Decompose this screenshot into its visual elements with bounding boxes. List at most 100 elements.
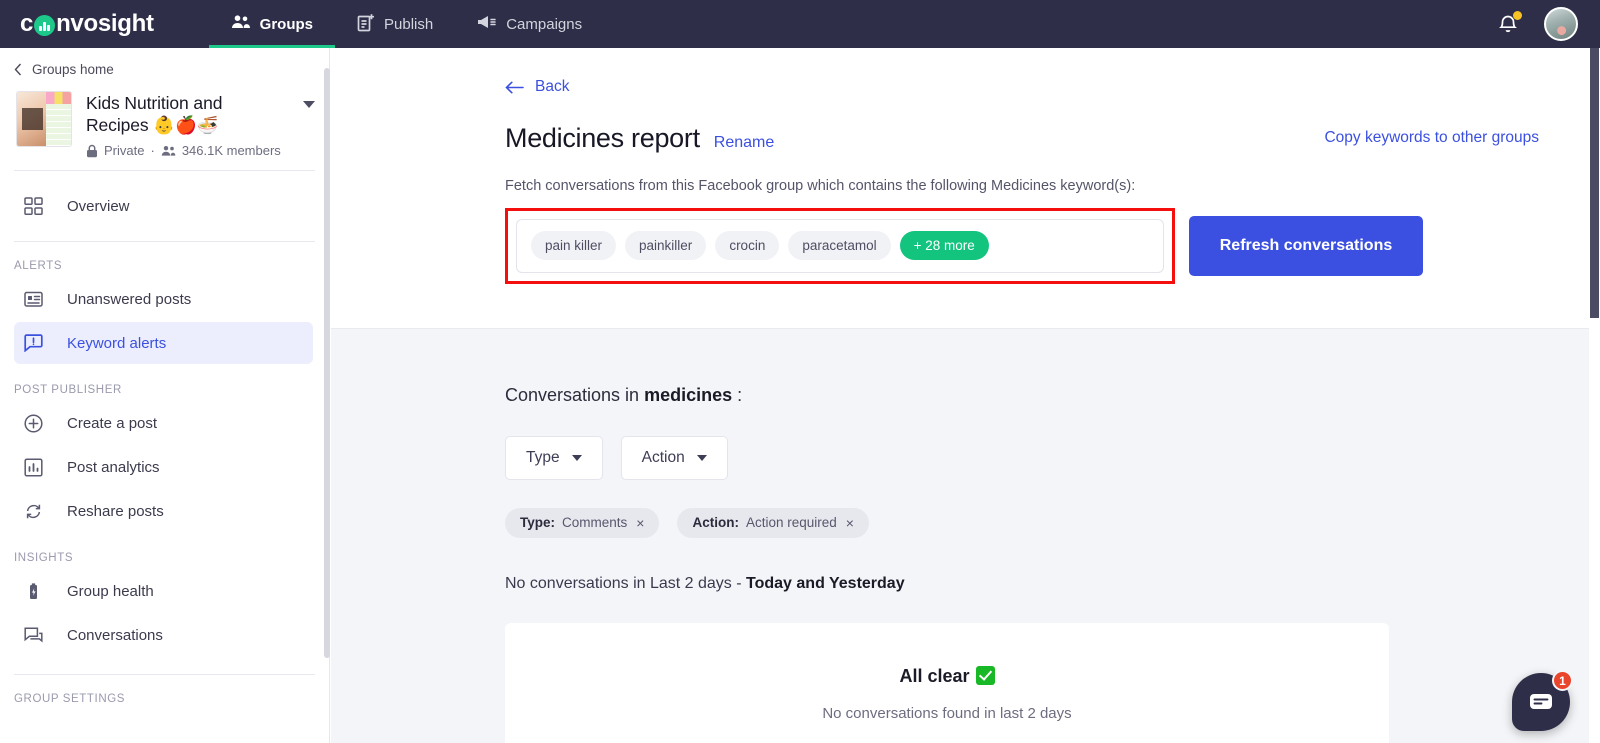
group-name: Kids Nutrition and Recipes 👶🍎🍜 — [86, 93, 223, 136]
groups-home-back-link[interactable]: Groups home — [0, 48, 329, 87]
conversations-heading-prefix: Conversations in — [505, 384, 645, 405]
filter-type-label: Type — [526, 448, 560, 466]
plus-circle-icon — [24, 414, 43, 433]
filter-buttons: Type Action — [505, 435, 1539, 480]
chat-support-button[interactable]: 1 — [1512, 670, 1573, 731]
active-filter-chip-action-key: Action: — [692, 515, 739, 530]
page-title: Medicines report — [505, 122, 700, 153]
nav-items: Groups Publish Campaigns — [208, 0, 604, 48]
sidebar-item-group-health-label: Group health — [67, 582, 154, 600]
chat-unread-badge: 1 — [1552, 670, 1573, 691]
active-filter-chip-type[interactable]: Type: Comments × — [505, 507, 660, 538]
refresh-icon — [26, 504, 41, 519]
sidebar-scrollbar-thumb[interactable] — [324, 68, 330, 658]
copy-keywords-link[interactable]: Copy keywords to other groups — [1324, 129, 1539, 147]
sidebar-item-conversations[interactable]: Conversations — [14, 614, 313, 656]
sidebar-divider-1 — [14, 170, 315, 172]
fetch-description: Fetch conversations from this Facebook g… — [505, 177, 1136, 194]
notification-dot — [1513, 11, 1522, 20]
avatar[interactable] — [1544, 7, 1578, 41]
keyword-chip[interactable]: pain killer — [531, 231, 617, 260]
filter-action-label: Action — [641, 448, 685, 466]
members-icon — [161, 145, 176, 156]
check-mark-icon — [975, 665, 995, 685]
post-card-icon — [24, 291, 43, 307]
logo-text-before: c — [20, 10, 34, 37]
dashboard-icon — [24, 197, 43, 215]
all-clear-title: All clear — [899, 665, 970, 686]
filter-action-dropdown[interactable]: Action — [620, 435, 728, 480]
active-filter-chip-type-value: Comments — [562, 515, 628, 530]
top-navigation-bar: c nvosight Groups Publish Campaigns — [0, 0, 1600, 48]
sidebar-item-conversations-label: Conversations — [67, 626, 163, 644]
filter-type-dropdown[interactable]: Type — [505, 435, 603, 480]
nav-item-publish[interactable]: Publish — [335, 0, 455, 48]
back-button[interactable]: Back — [505, 78, 569, 96]
sidebar-scrollbar[interactable] — [324, 48, 330, 743]
remove-filter-icon[interactable]: × — [636, 515, 644, 531]
nav-item-publish-label: Publish — [384, 15, 434, 33]
group-members-count: 346.1K members — [181, 143, 281, 159]
sidebar-item-reshare-posts[interactable]: Reshare posts — [14, 490, 313, 532]
all-clear-title-row: All clear — [505, 663, 1389, 687]
sidebar-section-post-publisher: POST PUBLISHER — [14, 384, 122, 397]
chat-message-icon — [1530, 694, 1552, 709]
conversations-heading-suffix: : — [732, 384, 743, 405]
refresh-conversations-button[interactable]: Refresh conversations — [1189, 215, 1423, 276]
logo-text-after: nvosight — [56, 10, 154, 37]
keyword-chip[interactable]: crocin — [715, 231, 780, 260]
nav-item-campaigns[interactable]: Campaigns — [455, 0, 604, 48]
sidebar-item-post-analytics[interactable]: Post analytics — [14, 446, 313, 488]
all-clear-subtitle: No conversations found in last 2 days — [822, 704, 1072, 722]
nav-item-campaigns-label: Campaigns — [506, 15, 583, 33]
bar-chart-icon — [24, 458, 43, 477]
sidebar-item-reshare-posts-label: Reshare posts — [67, 502, 164, 520]
remove-filter-icon[interactable]: × — [846, 515, 854, 531]
chevron-down-icon — [696, 454, 707, 461]
sidebar-item-unanswered-posts-label: Unanswered posts — [67, 290, 192, 308]
chevron-down-icon[interactable] — [303, 101, 315, 108]
conversations-panel: Conversations in medicines : Type Action… — [331, 329, 1589, 743]
conversations-heading: Conversations in medicines : — [505, 385, 1539, 406]
notification-bell-icon[interactable] — [1496, 11, 1522, 36]
no-conversations-range: Today and Yesterday — [746, 574, 905, 592]
keywords-row: pain killer painkiller crocin paracetamo… — [505, 207, 1539, 284]
report-title-row: Medicines report Rename Copy keywords to… — [505, 123, 1539, 154]
sidebar-item-overview-label: Overview — [67, 197, 130, 215]
more-keywords-chip[interactable]: + 28 more — [899, 231, 989, 260]
lock-icon — [87, 144, 97, 158]
nav-item-groups[interactable]: Groups — [208, 0, 336, 48]
sidebar-item-group-health[interactable]: Group health — [14, 570, 313, 612]
convosight-logo[interactable]: c nvosight — [20, 10, 154, 38]
active-filter-chip-action[interactable]: Action: Action required × — [677, 507, 869, 538]
chevron-left-icon — [14, 63, 22, 76]
keyword-chip[interactable]: paracetamol — [788, 231, 891, 260]
group-meta-separator: · — [150, 143, 155, 159]
page-scrollbar-thumb[interactable] — [1590, 48, 1599, 318]
active-filter-chips: Type: Comments × Action: Action required… — [505, 507, 1539, 538]
sidebar-section-group-settings: GROUP SETTINGS — [14, 693, 126, 706]
group-summary: Kids Nutrition and Recipes 👶🍎🍜 Private ·… — [0, 87, 329, 170]
sidebar-item-unanswered-posts[interactable]: Unanswered posts — [14, 278, 313, 320]
back-label: Back — [535, 78, 570, 95]
sidebar-item-keyword-alerts[interactable]: Keyword alerts — [14, 322, 313, 365]
document-plus-icon — [357, 13, 375, 36]
sidebar-item-post-analytics-label: Post analytics — [67, 458, 160, 476]
main-content: Back Medicines report Rename Copy keywor… — [331, 48, 1589, 743]
nav-right-cluster — [1496, 7, 1578, 41]
page-scrollbar[interactable] — [1589, 48, 1600, 743]
conversations-heading-keyword: medicines — [644, 384, 733, 405]
chat-bubbles-icon — [24, 627, 43, 643]
active-filter-chip-action-value: Action required — [745, 515, 837, 530]
rename-link[interactable]: Rename — [714, 134, 774, 152]
logo-chart-circle-icon — [34, 14, 56, 36]
sidebar-section-insights: INSIGHTS — [14, 552, 74, 565]
sidebar-item-overview[interactable]: Overview — [14, 185, 313, 227]
group-privacy: Private — [104, 143, 145, 159]
alert-comment-icon — [24, 334, 43, 353]
keywords-input[interactable]: pain killer painkiller crocin paracetamo… — [516, 218, 1164, 273]
group-cover-thumbnail — [16, 91, 72, 147]
sidebar-item-create-a-post[interactable]: Create a post — [14, 402, 313, 444]
group-meta-row: Private · 346.1K members — [86, 143, 289, 158]
keyword-chip[interactable]: painkiller — [625, 231, 707, 260]
